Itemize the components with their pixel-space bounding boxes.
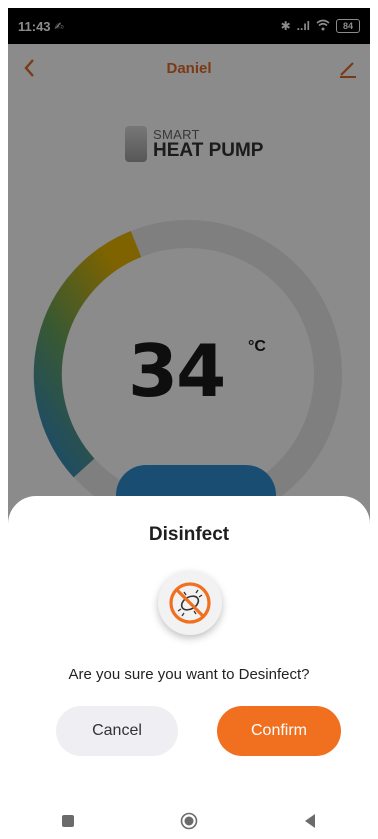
dialog-message: Are you sure you want to Desinfect? [68,666,310,683]
cancel-button[interactable]: Cancel [56,706,178,756]
triangle-back-nav-icon[interactable] [290,806,330,836]
disinfect-icon [158,571,222,635]
disinfect-dialog: Disinfect Are you sure you want to Desin… [8,496,370,839]
system-nav-bar [8,803,370,839]
confirm-button[interactable]: Confirm [217,706,341,756]
circle-nav-icon[interactable] [169,806,209,836]
square-nav-icon[interactable] [48,806,88,836]
phone-screen: 11:43 ✍ ✱ ..ıl 84 Daniel SMART HEAT PUMP… [8,8,370,839]
dialog-title: Disinfect [148,524,230,545]
